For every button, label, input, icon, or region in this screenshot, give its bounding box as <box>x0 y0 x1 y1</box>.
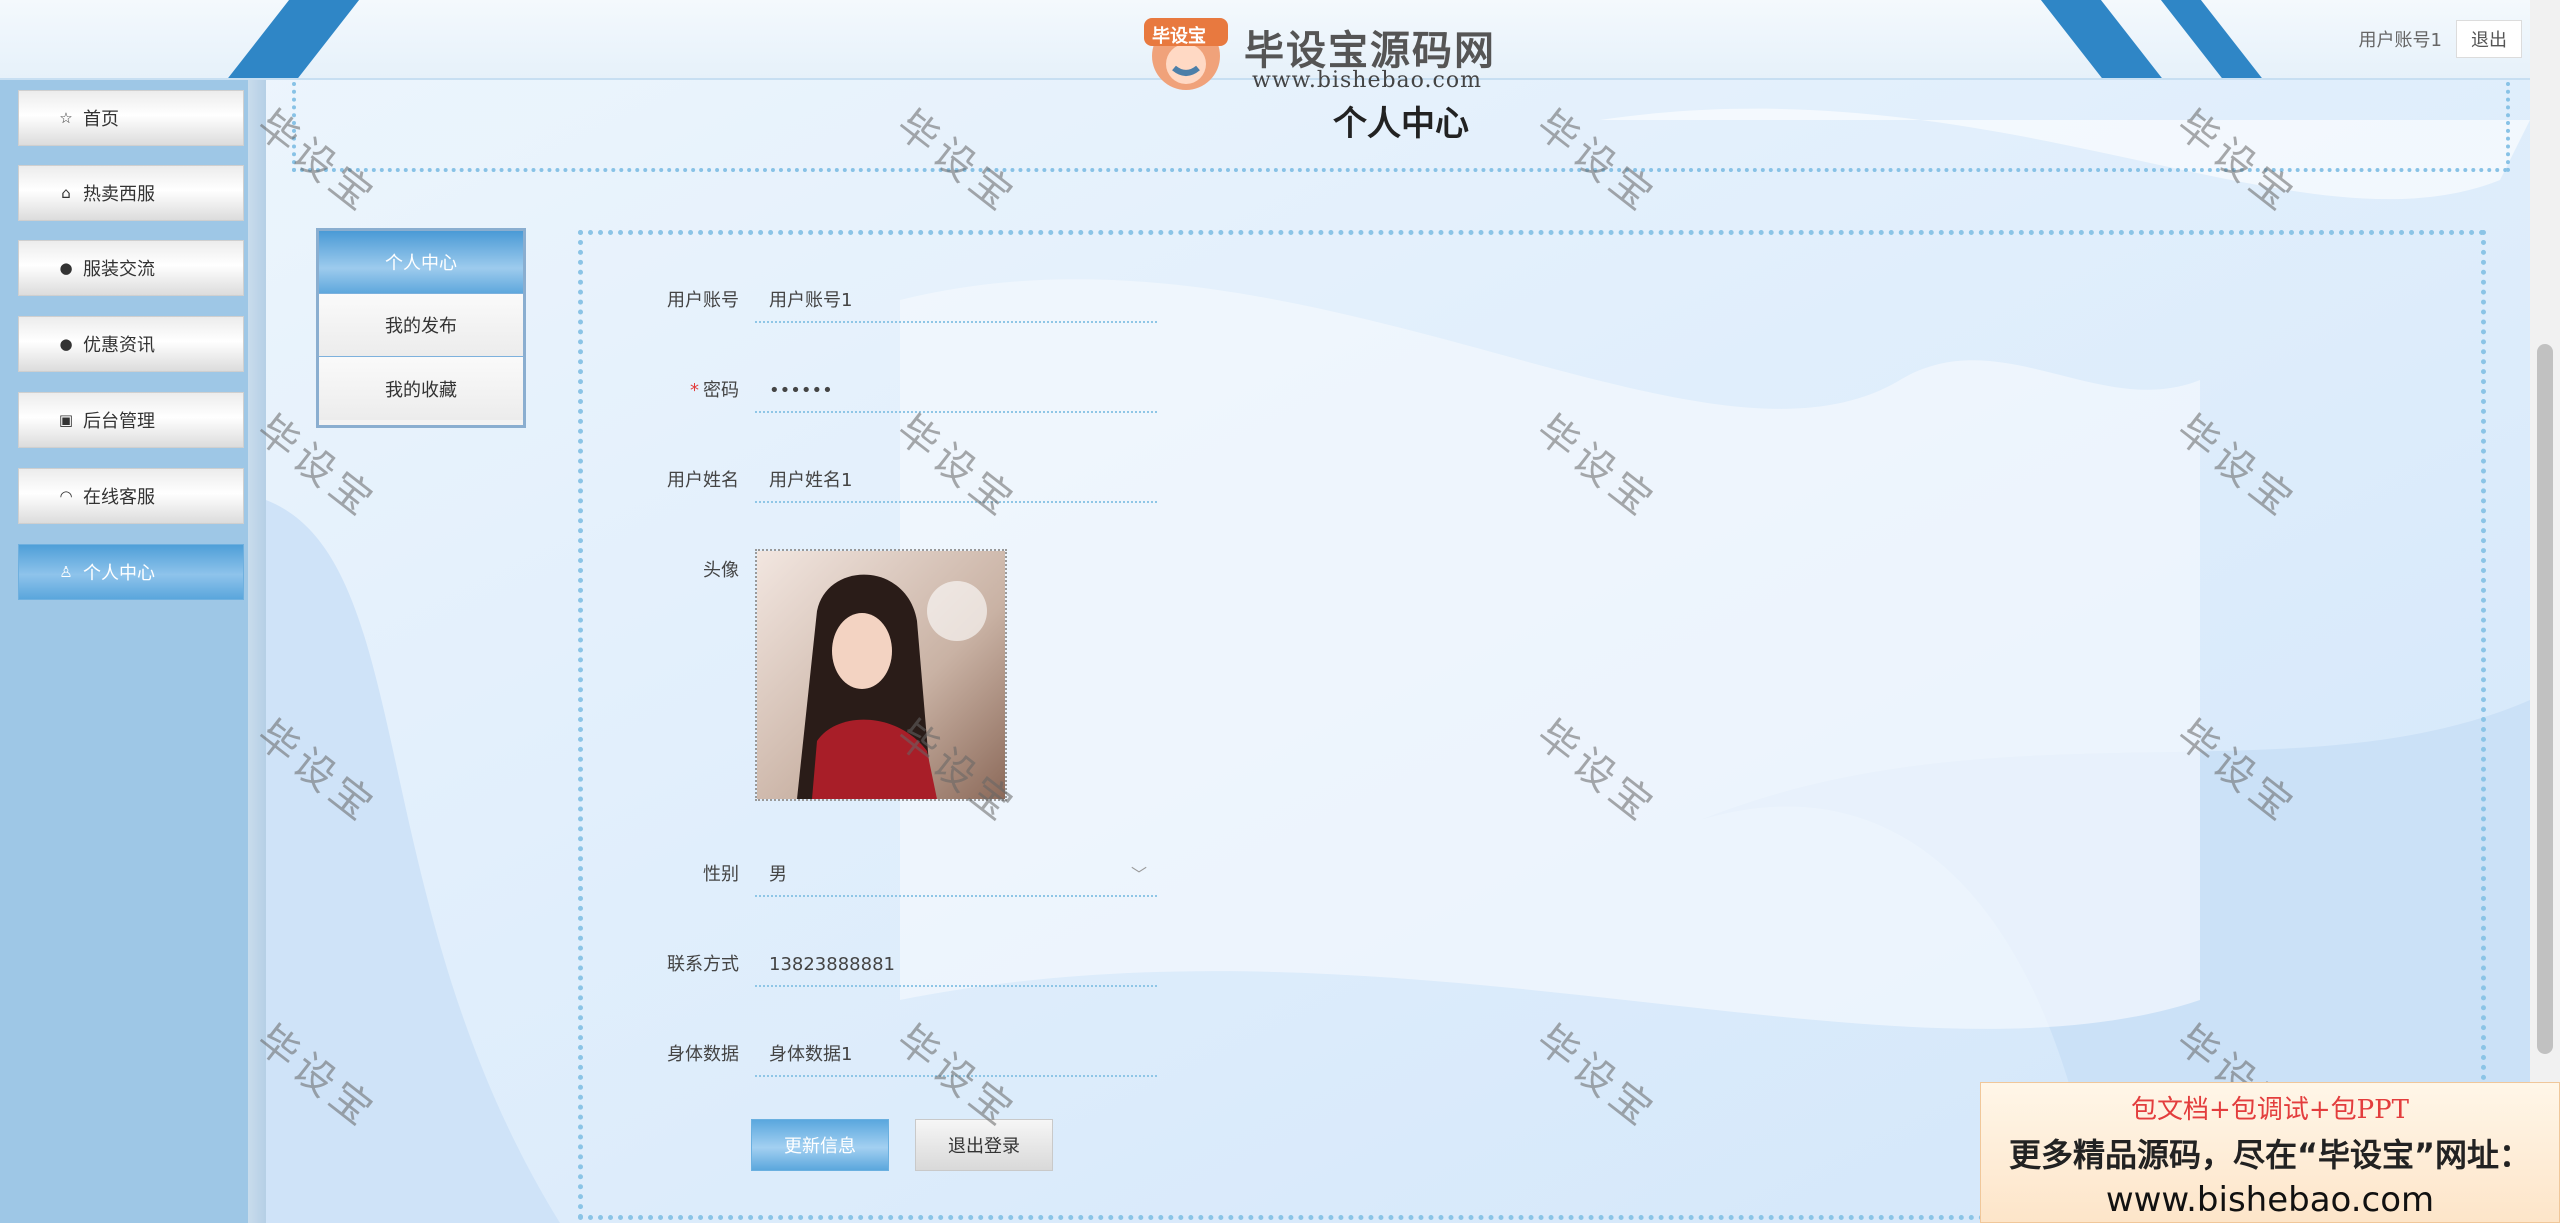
form-row-gender: 性别 男 ﹀ <box>583 853 1157 897</box>
gender-value: 男 <box>769 864 787 885</box>
body-data-label: 身体数据 <box>667 1044 739 1065</box>
sidebar-item-label: 个人中心 <box>83 563 155 584</box>
header-stripe <box>2145 0 2295 78</box>
phone-label: 联系方式 <box>667 954 739 975</box>
star-icon: ☆ <box>59 109 73 127</box>
sidebar-item-admin[interactable]: ▣ 后台管理 <box>18 392 244 448</box>
account-label: 用户账号 <box>667 290 739 311</box>
form-row-name: 用户姓名 用户姓名1 <box>583 459 1157 503</box>
phone-input[interactable]: 13823888881 <box>755 943 1157 987</box>
question-icon: ● <box>59 335 73 353</box>
tab-my-favorites[interactable]: 我的收藏 <box>319 357 523 420</box>
sidebar-item-label: 服装交流 <box>83 259 155 280</box>
form-row-password: * 密码 •••••• <box>583 369 1157 413</box>
account-input[interactable]: 用户账号1 <box>755 279 1157 323</box>
page-title: 个人中心 <box>1333 104 1469 144</box>
tab-profile[interactable]: 个人中心 <box>319 231 523 294</box>
profile-tabs: 个人中心 我的发布 我的收藏 <box>316 228 526 428</box>
sidebar-item-suits[interactable]: ⌂ 热卖西服 <box>18 165 244 221</box>
sidebar-item-label: 热卖西服 <box>83 184 155 205</box>
current-user-label: 用户账号1 <box>2358 30 2442 51</box>
sidebar-item-label: 后台管理 <box>83 411 155 432</box>
bag-icon: ⌂ <box>61 184 71 202</box>
site-logo: 毕设宝 毕设宝源码网 www.bishebao.com <box>1140 8 1560 96</box>
avatar-image <box>757 551 1005 799</box>
header-user-area: 用户账号1 退出 <box>2359 20 2522 58</box>
box-icon: ▣ <box>58 411 74 429</box>
body-data-input[interactable]: 身体数据1 <box>755 1033 1157 1077</box>
password-label-wrap: * 密码 <box>583 369 755 413</box>
header-stripe <box>195 0 375 78</box>
avatar-label: 头像 <box>703 560 739 581</box>
required-mark: * <box>690 380 699 401</box>
sidebar-item-forum[interactable]: ● 服装交流 <box>18 240 244 296</box>
sidebar-item-news[interactable]: ● 优惠资讯 <box>18 316 244 372</box>
page-scrollbar[interactable] <box>2530 0 2560 1223</box>
user-icon: ♙ <box>59 563 73 581</box>
update-info-button[interactable]: 更新信息 <box>751 1119 889 1171</box>
avatar-upload[interactable] <box>755 549 1007 801</box>
sidebar-item-support[interactable]: ◠ 在线客服 <box>18 468 244 524</box>
headset-icon: ◠ <box>59 487 73 505</box>
promo-line-3: www.bishebao.com <box>2105 1180 2435 1220</box>
form-row-account: 用户账号 用户账号1 <box>583 279 1157 323</box>
sidebar-item-home[interactable]: ☆ 首页 <box>18 90 244 146</box>
chevron-down-icon: ﹀ <box>1130 865 1147 884</box>
name-label: 用户姓名 <box>667 470 739 491</box>
logo-url: www.bishebao.com <box>1252 68 1482 93</box>
form-row-body: 身体数据 身体数据1 <box>583 1033 1157 1077</box>
logout-button[interactable]: 退出登录 <box>915 1119 1053 1171</box>
sidebar-edge <box>248 80 266 1223</box>
logo-badge-icon <box>1144 18 1228 90</box>
promo-line-2: 更多精品源码，尽在“毕设宝”网址： <box>2008 1136 2532 1174</box>
sidebar-item-label: 优惠资讯 <box>83 335 155 356</box>
promo-banner: 包文档+包调试+包PPT 更多精品源码，尽在“毕设宝”网址： www.bishe… <box>1980 1082 2560 1223</box>
form-row-phone: 联系方式 13823888881 <box>583 943 1157 987</box>
scrollbar-thumb[interactable] <box>2537 344 2553 1054</box>
sidebar-item-label: 在线客服 <box>83 487 155 508</box>
profile-form-panel: 用户账号 用户账号1 * 密码 •••••• 用户姓名 用户姓名1 头像 性别 … <box>578 230 2486 1220</box>
sidebar-item-profile[interactable]: ♙ 个人中心 <box>18 544 244 600</box>
sidebar-item-label: 首页 <box>83 109 119 130</box>
gender-select[interactable]: 男 ﹀ <box>755 853 1157 897</box>
header-stripe <box>2025 0 2195 78</box>
form-row-avatar: 头像 <box>583 549 1007 801</box>
gender-label: 性别 <box>703 864 739 885</box>
logo-badge-text: 毕设宝 <box>1152 26 1206 47</box>
password-label: 密码 <box>703 380 739 401</box>
header-logout-button[interactable]: 退出 <box>2456 20 2522 58</box>
tab-my-posts[interactable]: 我的发布 <box>319 294 523 357</box>
alert-icon: ● <box>59 259 73 277</box>
password-input[interactable]: •••••• <box>755 369 1157 413</box>
name-input[interactable]: 用户姓名1 <box>755 459 1157 503</box>
promo-line-1: 包文档+包调试+包PPT <box>2131 1095 2409 1125</box>
